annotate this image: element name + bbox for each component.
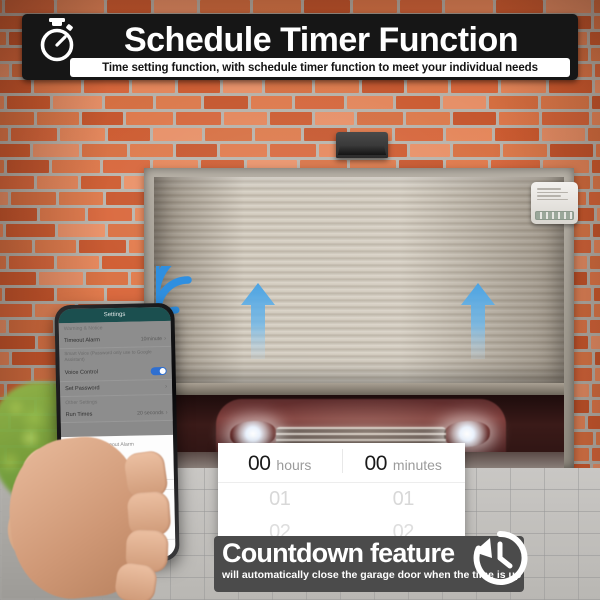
promo-graphic: Schedule Timer Function Time setting fun…	[0, 0, 600, 600]
timer-column-hours[interactable]: 00 hours 01 02 03	[218, 443, 342, 550]
timer-unit-minutes: minutes	[392, 457, 442, 473]
row-label: Set Password	[65, 385, 100, 393]
timer-selected-minutes: 00 minutes	[341, 447, 465, 483]
hand-holding-phone	[0, 404, 214, 600]
row-label: Voice Control	[64, 369, 99, 377]
chevron-right-icon: ›	[164, 383, 168, 390]
countdown-clock-icon	[468, 526, 532, 590]
timer-option[interactable]: 01	[342, 483, 466, 516]
timer-selected-hours: 00 hours	[218, 447, 342, 483]
row-value-group: 10minute ›	[141, 336, 166, 343]
row-value: 10minute	[140, 336, 163, 343]
up-arrow-right	[461, 283, 495, 359]
timer-value-hours: 00	[248, 452, 271, 475]
wifi-relay-module	[531, 182, 578, 224]
finger-4	[113, 561, 159, 600]
up-arrow-left	[241, 283, 275, 359]
timer-option[interactable]: 01	[218, 483, 342, 516]
voice-control-toggle[interactable]	[150, 366, 167, 376]
shutter-bottom-bar	[154, 383, 564, 395]
wall-lamp	[336, 132, 388, 158]
timer-unit-hours: hours	[276, 457, 312, 473]
row-label: Timeout Alarm	[64, 337, 100, 345]
footer-banner: Countdown feature will automatically clo…	[214, 530, 528, 592]
page-title: Schedule Timer Function	[123, 21, 519, 59]
relay-terminals	[535, 211, 574, 220]
timer-value-minutes: 00	[364, 452, 388, 475]
countdown-timer-card[interactable]: 00 hours 01 02 03 00 minutes 01 02 03	[218, 443, 465, 550]
header-banner: Schedule Timer Function Time setting fun…	[22, 14, 578, 80]
header-subtitle: Time setting function, with schedule tim…	[70, 58, 570, 77]
timer-column-minutes[interactable]: 00 minutes 01 02 03	[341, 443, 466, 550]
chevron-right-icon: ›	[163, 335, 167, 342]
